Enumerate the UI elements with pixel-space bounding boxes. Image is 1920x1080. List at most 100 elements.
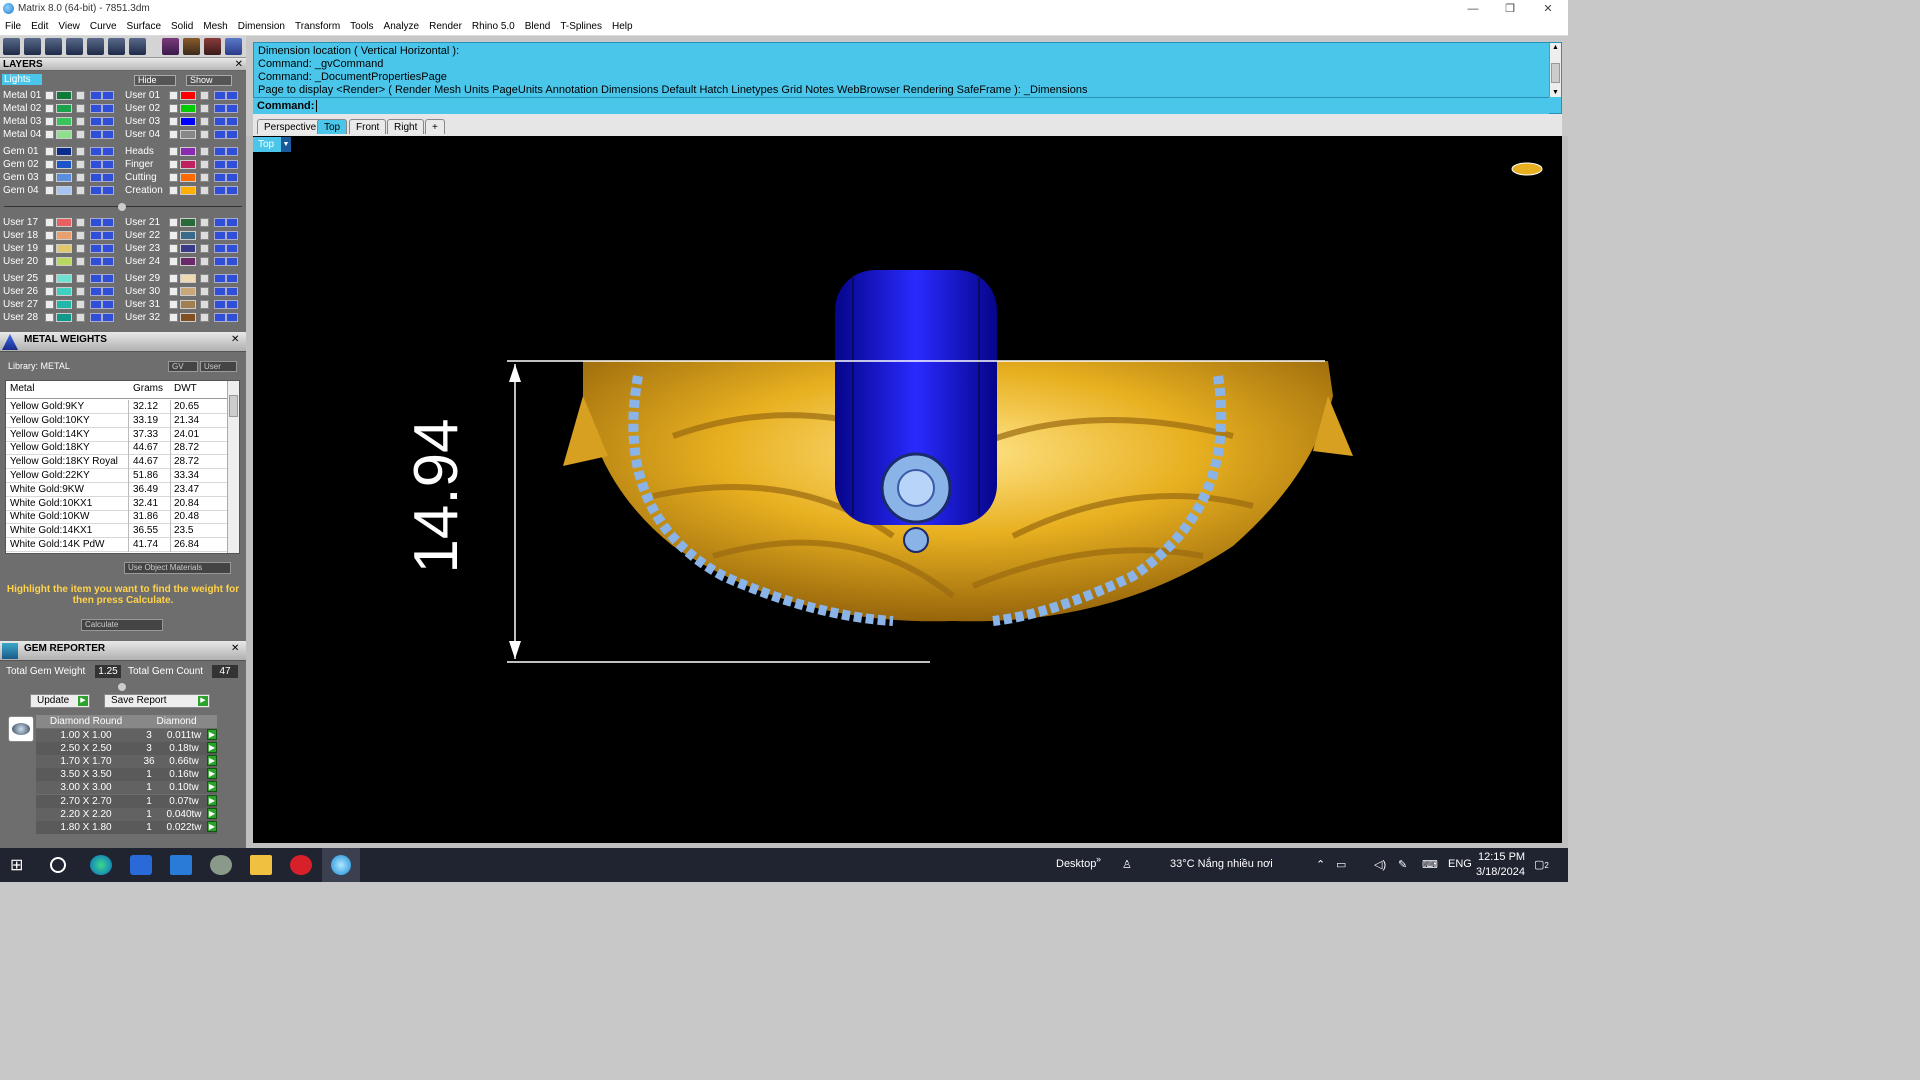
layer-lock-icon[interactable]: [76, 130, 85, 139]
gem-select-icon[interactable]: ▶: [207, 794, 217, 806]
layer-color-swatch[interactable]: [56, 231, 72, 240]
metal-row[interactable]: Yellow Gold:22KY 51.86 33.34: [6, 469, 228, 483]
menu-help[interactable]: Help: [607, 18, 638, 32]
layer-render-icon[interactable]: [102, 117, 114, 126]
layer-visibility-icon[interactable]: [214, 91, 226, 100]
layer-render-icon[interactable]: [102, 244, 114, 253]
network-icon[interactable]: ▭: [1336, 858, 1346, 871]
layer-row[interactable]: User 04: [122, 128, 242, 141]
people-icon[interactable]: ♙: [1122, 858, 1132, 871]
layer-render-icon[interactable]: [226, 244, 238, 253]
layer-row[interactable]: Metal 02: [0, 102, 120, 115]
layer-color-swatch[interactable]: [56, 117, 72, 126]
metal-weights-close-icon[interactable]: ✕: [231, 334, 239, 345]
file-explorer-icon[interactable]: [250, 855, 272, 875]
layer-expand-icon[interactable]: [45, 231, 54, 240]
layer-visibility-icon[interactable]: [90, 274, 102, 283]
language-indicator[interactable]: ENG: [1448, 858, 1472, 870]
gem-row[interactable]: 1.00 X 1.00 3 0.011tw ▶: [36, 729, 217, 742]
layer-color-swatch[interactable]: [180, 244, 196, 253]
layer-lock-icon[interactable]: [200, 313, 209, 322]
layer-visibility-icon[interactable]: [90, 300, 102, 309]
layer-render-icon[interactable]: [226, 274, 238, 283]
layer-expand-icon[interactable]: [45, 130, 54, 139]
layer-expand-icon[interactable]: [169, 300, 178, 309]
layer-expand-icon[interactable]: [45, 313, 54, 322]
layers-collapse-icon[interactable]: [118, 203, 126, 211]
layer-lock-icon[interactable]: [200, 160, 209, 169]
layer-row[interactable]: User 30: [122, 285, 242, 298]
layer-lock-icon[interactable]: [200, 173, 209, 182]
layer-render-icon[interactable]: [102, 257, 114, 266]
layer-visibility-icon[interactable]: [214, 160, 226, 169]
restore-button[interactable]: ❐: [1492, 1, 1528, 17]
layer-visibility-icon[interactable]: [214, 274, 226, 283]
layer-lock-icon[interactable]: [200, 287, 209, 296]
layer-expand-icon[interactable]: [45, 160, 54, 169]
layer-visibility-icon[interactable]: [214, 117, 226, 126]
layer-row[interactable]: User 23: [122, 242, 242, 255]
menu-analyze[interactable]: Analyze: [379, 18, 425, 32]
layer-render-icon[interactable]: [226, 313, 238, 322]
layer-row[interactable]: Gem 04: [0, 184, 120, 197]
gem-row[interactable]: 1.70 X 1.70 36 0.66tw ▶: [36, 755, 217, 769]
menu-rhino5[interactable]: Rhino 5.0: [467, 18, 520, 32]
layer-visibility-icon[interactable]: [214, 173, 226, 182]
metal-row[interactable]: White Gold:10KX1 32.41 20.84: [6, 496, 228, 511]
layer-expand-icon[interactable]: [45, 274, 54, 283]
builder-tool-icon[interactable]: [225, 38, 242, 55]
layer-row[interactable]: Gem 02: [0, 158, 120, 171]
layer-visibility-icon[interactable]: [90, 218, 102, 227]
layer-visibility-icon[interactable]: [90, 173, 102, 182]
layer-render-icon[interactable]: [102, 130, 114, 139]
layer-color-swatch[interactable]: [56, 244, 72, 253]
layer-row[interactable]: Metal 04: [0, 128, 120, 141]
metal-row[interactable]: White Gold:14KX1 36.55 23.5: [6, 524, 228, 539]
menu-file[interactable]: File: [0, 18, 26, 32]
layer-render-icon[interactable]: [226, 173, 238, 182]
layer-visibility-icon[interactable]: [90, 147, 102, 156]
layer-render-icon[interactable]: [102, 104, 114, 113]
edge-icon[interactable]: [90, 855, 112, 875]
layer-expand-icon[interactable]: [45, 173, 54, 182]
gem-select-icon[interactable]: ▶: [207, 755, 217, 767]
export-tool-icon[interactable]: [129, 38, 146, 55]
layer-lock-icon[interactable]: [200, 91, 209, 100]
windows-start-icon[interactable]: ⊞: [10, 855, 32, 875]
calculate-button[interactable]: Calculate: [81, 619, 163, 631]
layer-row[interactable]: User 28: [0, 311, 120, 324]
layer-lock-icon[interactable]: [76, 218, 85, 227]
save-report-button[interactable]: Save Report ▶: [104, 694, 210, 708]
gem-select-icon[interactable]: ▶: [207, 768, 217, 780]
use-object-materials-checkbox[interactable]: Use Object Materials: [124, 562, 231, 574]
metal-weights-scrollbar[interactable]: [227, 381, 239, 553]
layer-expand-icon[interactable]: [45, 104, 54, 113]
layer-lock-icon[interactable]: [76, 244, 85, 253]
layer-visibility-icon[interactable]: [90, 231, 102, 240]
layer-row[interactable]: User 22: [122, 229, 242, 242]
layer-render-icon[interactable]: [102, 274, 114, 283]
tab-right[interactable]: Right: [387, 119, 425, 134]
layer-visibility-icon[interactable]: [90, 91, 102, 100]
layer-row[interactable]: Gem 03: [0, 171, 120, 184]
layer-render-icon[interactable]: [226, 147, 238, 156]
matrix-tool-icon[interactable]: [162, 38, 179, 55]
menu-transform[interactable]: Transform: [290, 18, 345, 32]
layer-expand-icon[interactable]: [45, 147, 54, 156]
layer-color-swatch[interactable]: [180, 104, 196, 113]
gem-collapse-icon[interactable]: [118, 683, 126, 691]
layer-color-swatch[interactable]: [56, 186, 72, 195]
layer-render-icon[interactable]: [102, 147, 114, 156]
layer-color-swatch[interactable]: [180, 91, 196, 100]
layer-expand-icon[interactable]: [169, 130, 178, 139]
layer-lock-icon[interactable]: [76, 117, 85, 126]
user-button[interactable]: User: [200, 361, 237, 372]
layer-visibility-icon[interactable]: [214, 287, 226, 296]
layer-color-swatch[interactable]: [56, 160, 72, 169]
layer-lock-icon[interactable]: [76, 231, 85, 240]
layer-render-icon[interactable]: [102, 186, 114, 195]
layer-expand-icon[interactable]: [169, 231, 178, 240]
layer-render-icon[interactable]: [226, 117, 238, 126]
gem-row[interactable]: 2.50 X 2.50 3 0.18tw ▶: [36, 742, 217, 756]
tab-top[interactable]: Top: [317, 119, 348, 134]
